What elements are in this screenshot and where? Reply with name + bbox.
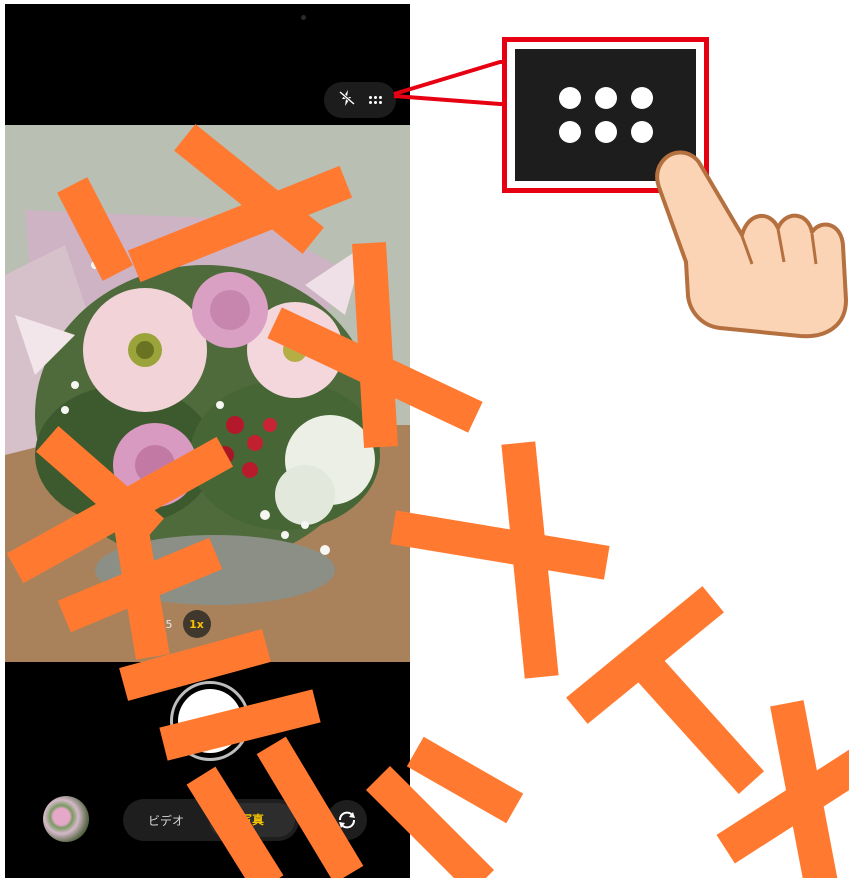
gallery-thumbnail[interactable] <box>43 796 89 842</box>
zoom-option-1x[interactable]: 1x <box>182 610 211 638</box>
zoom-option-wide[interactable]: 0.5 <box>155 618 173 631</box>
front-camera-dot <box>301 15 306 20</box>
mode-video[interactable]: ビデオ <box>123 812 209 829</box>
mode-photo[interactable]: 写真 <box>209 803 295 837</box>
magnified-callout <box>502 37 709 193</box>
shutter-button[interactable] <box>170 681 250 761</box>
switch-camera-icon[interactable] <box>327 800 367 840</box>
grid-menu-icon-enlarged <box>558 87 653 143</box>
magnified-icon-background <box>515 49 696 181</box>
zoom-selector: 0.5 1x <box>155 610 211 638</box>
grid-menu-icon[interactable] <box>369 96 383 104</box>
shutter-inner <box>178 689 242 753</box>
stage: 0.5 1x ビデオ 写真 <box>0 0 849 878</box>
top-controls <box>324 82 396 118</box>
viewfinder <box>5 125 410 662</box>
camera-screen: 0.5 1x ビデオ 写真 <box>5 4 410 878</box>
bouquet-preview-image <box>5 125 410 662</box>
flash-off-icon[interactable] <box>338 89 356 111</box>
mode-switcher: ビデオ 写真 <box>123 799 299 841</box>
